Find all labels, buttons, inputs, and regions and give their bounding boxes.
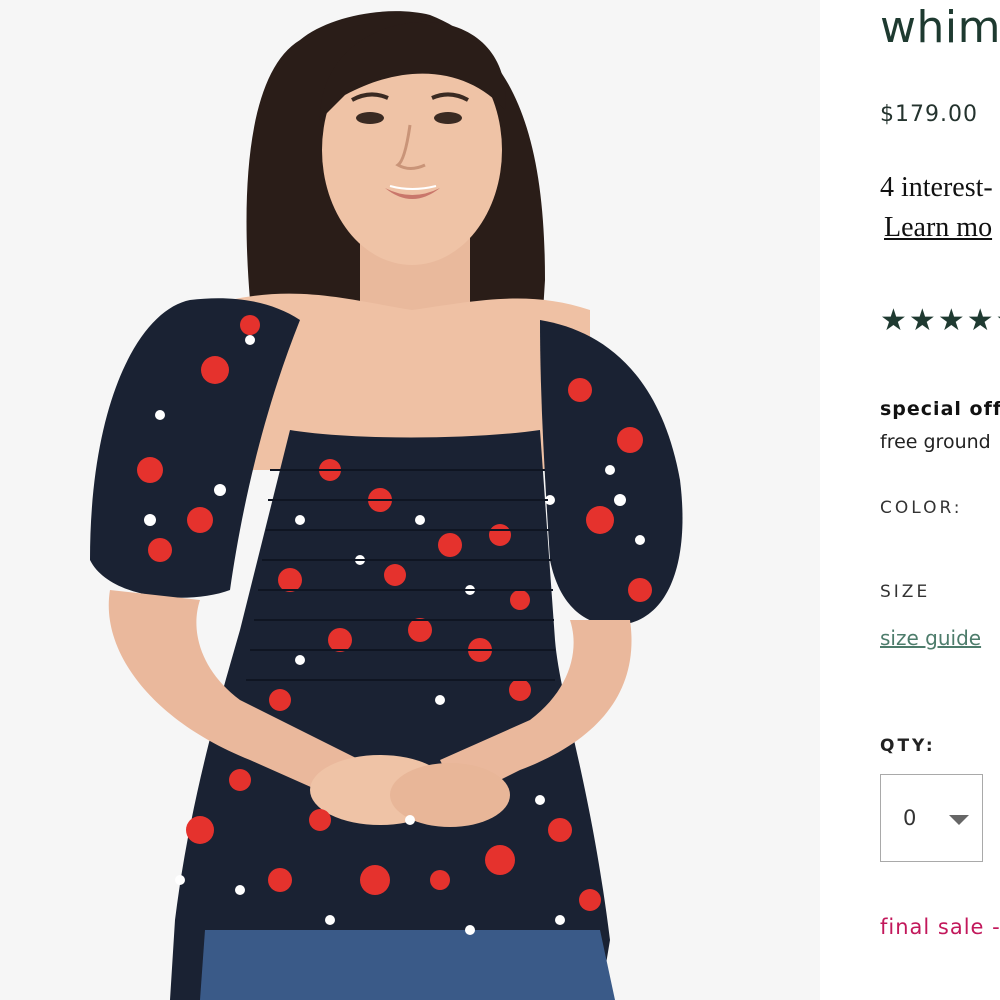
- star-icon: ★: [966, 303, 994, 338]
- special-offer-heading: special off: [880, 398, 1000, 420]
- product-image[interactable]: [0, 0, 820, 1000]
- size-label: SIZE: [880, 582, 931, 602]
- qty-value: 0: [903, 806, 917, 830]
- star-icon: ★: [996, 305, 1000, 337]
- product-title: whims: [880, 2, 1000, 53]
- star-icon: ★: [908, 303, 936, 338]
- learn-more-link[interactable]: Learn mo: [884, 212, 992, 244]
- model-photo: [0, 0, 820, 1000]
- qty-label: QTY:: [880, 736, 936, 756]
- product-price: $179.00: [880, 102, 978, 127]
- shipping-text: free ground: [880, 431, 991, 453]
- final-sale-notice: final sale -: [880, 915, 1000, 939]
- star-icon: ★: [880, 303, 907, 338]
- rating-stars[interactable]: ★ ★ ★ ★ ★: [880, 305, 1000, 337]
- product-details: whims $179.00 4 interest- Learn mo ★ ★ ★…: [820, 0, 1000, 1000]
- color-label: COLOR:: [880, 498, 963, 518]
- caret-down-icon: [949, 815, 969, 825]
- size-guide-link[interactable]: size guide: [880, 626, 981, 650]
- installments-text: 4 interest-: [880, 172, 993, 203]
- qty-select[interactable]: 0: [880, 774, 983, 862]
- star-icon: ★: [937, 303, 965, 338]
